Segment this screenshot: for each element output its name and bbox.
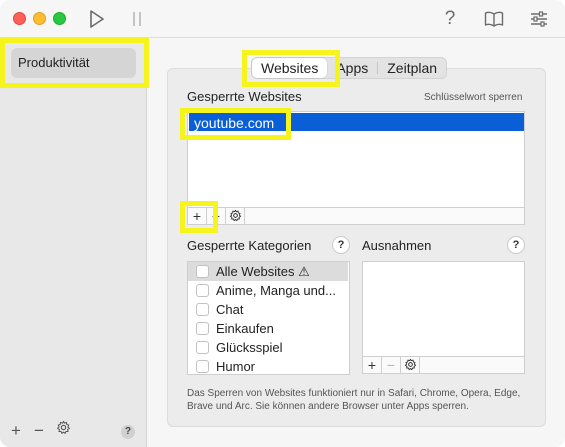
help-icon[interactable]: ? — [439, 8, 461, 30]
tab-zeitplan[interactable]: Zeitplan — [378, 58, 446, 78]
category-label: Alle Websites ⚠ — [216, 264, 310, 279]
add-exception-button[interactable]: + — [363, 357, 382, 373]
checkbox[interactable] — [196, 341, 209, 354]
websites-gear-icon[interactable] — [226, 208, 245, 224]
exceptions-button-bar: + − — [362, 356, 525, 374]
category-label: Chat — [216, 302, 244, 317]
highlight-sidebar-item — [0, 38, 149, 88]
list-item[interactable]: Anime, Manga und... — [188, 281, 348, 300]
highlight-add-website — [180, 201, 218, 233]
book-icon[interactable] — [483, 8, 505, 30]
keyword-block-link[interactable]: Schlüsselwort sperren — [424, 92, 522, 103]
list-item[interactable]: Chat — [188, 300, 348, 319]
category-label: Einkaufen — [216, 321, 274, 336]
checkbox[interactable] — [196, 303, 209, 316]
add-blocklist-button[interactable]: + — [11, 422, 21, 439]
remove-blocklist-button[interactable]: − — [34, 422, 44, 439]
sidebar: Produktivität + − ? — [0, 38, 147, 447]
exceptions-list[interactable] — [362, 261, 525, 357]
list-item[interactable]: Glücksspiel — [188, 338, 348, 357]
blocked-categories-heading: Gesperrte Kategorien — [187, 238, 312, 253]
pause-icon[interactable] — [126, 8, 148, 30]
sidebar-help-button[interactable]: ? — [121, 425, 135, 439]
checkbox[interactable] — [196, 284, 209, 297]
category-label: Glücksspiel — [216, 340, 283, 355]
category-label: Anime, Manga und... — [216, 283, 336, 298]
list-item[interactable]: Einkaufen — [188, 319, 348, 338]
category-label: Humor — [216, 359, 256, 374]
categories-help-button[interactable]: ? — [332, 236, 350, 254]
sliders-icon[interactable] — [528, 8, 550, 30]
highlight-website-entry — [180, 108, 291, 140]
websites-button-bar: + − — [187, 207, 525, 225]
minimize-window-button[interactable] — [33, 12, 46, 25]
blocked-websites-heading: Gesperrte Websites — [187, 89, 302, 104]
exceptions-help-button[interactable]: ? — [507, 236, 525, 254]
exceptions-heading: Ausnahmen — [362, 238, 432, 253]
close-window-button[interactable] — [13, 12, 26, 25]
highlight-websites-tab — [242, 50, 340, 87]
checkbox[interactable] — [196, 360, 209, 373]
play-icon[interactable] — [86, 8, 108, 30]
zoom-window-button[interactable] — [53, 12, 66, 25]
browser-support-note: Das Sperren von Websites funktioniert nu… — [187, 388, 521, 412]
exceptions-gear-icon[interactable] — [401, 357, 420, 373]
toolbar: ? — [0, 0, 565, 38]
list-item[interactable]: Alle Websites ⚠ — [188, 262, 348, 281]
gear-icon[interactable] — [56, 420, 71, 438]
checkbox[interactable] — [196, 265, 209, 278]
app-window: ? Produktivität + − ? Websites Apps Zeit… — [0, 0, 565, 447]
checkbox[interactable] — [196, 322, 209, 335]
list-item[interactable]: Humor — [188, 357, 348, 374]
remove-exception-button[interactable]: − — [382, 357, 401, 373]
